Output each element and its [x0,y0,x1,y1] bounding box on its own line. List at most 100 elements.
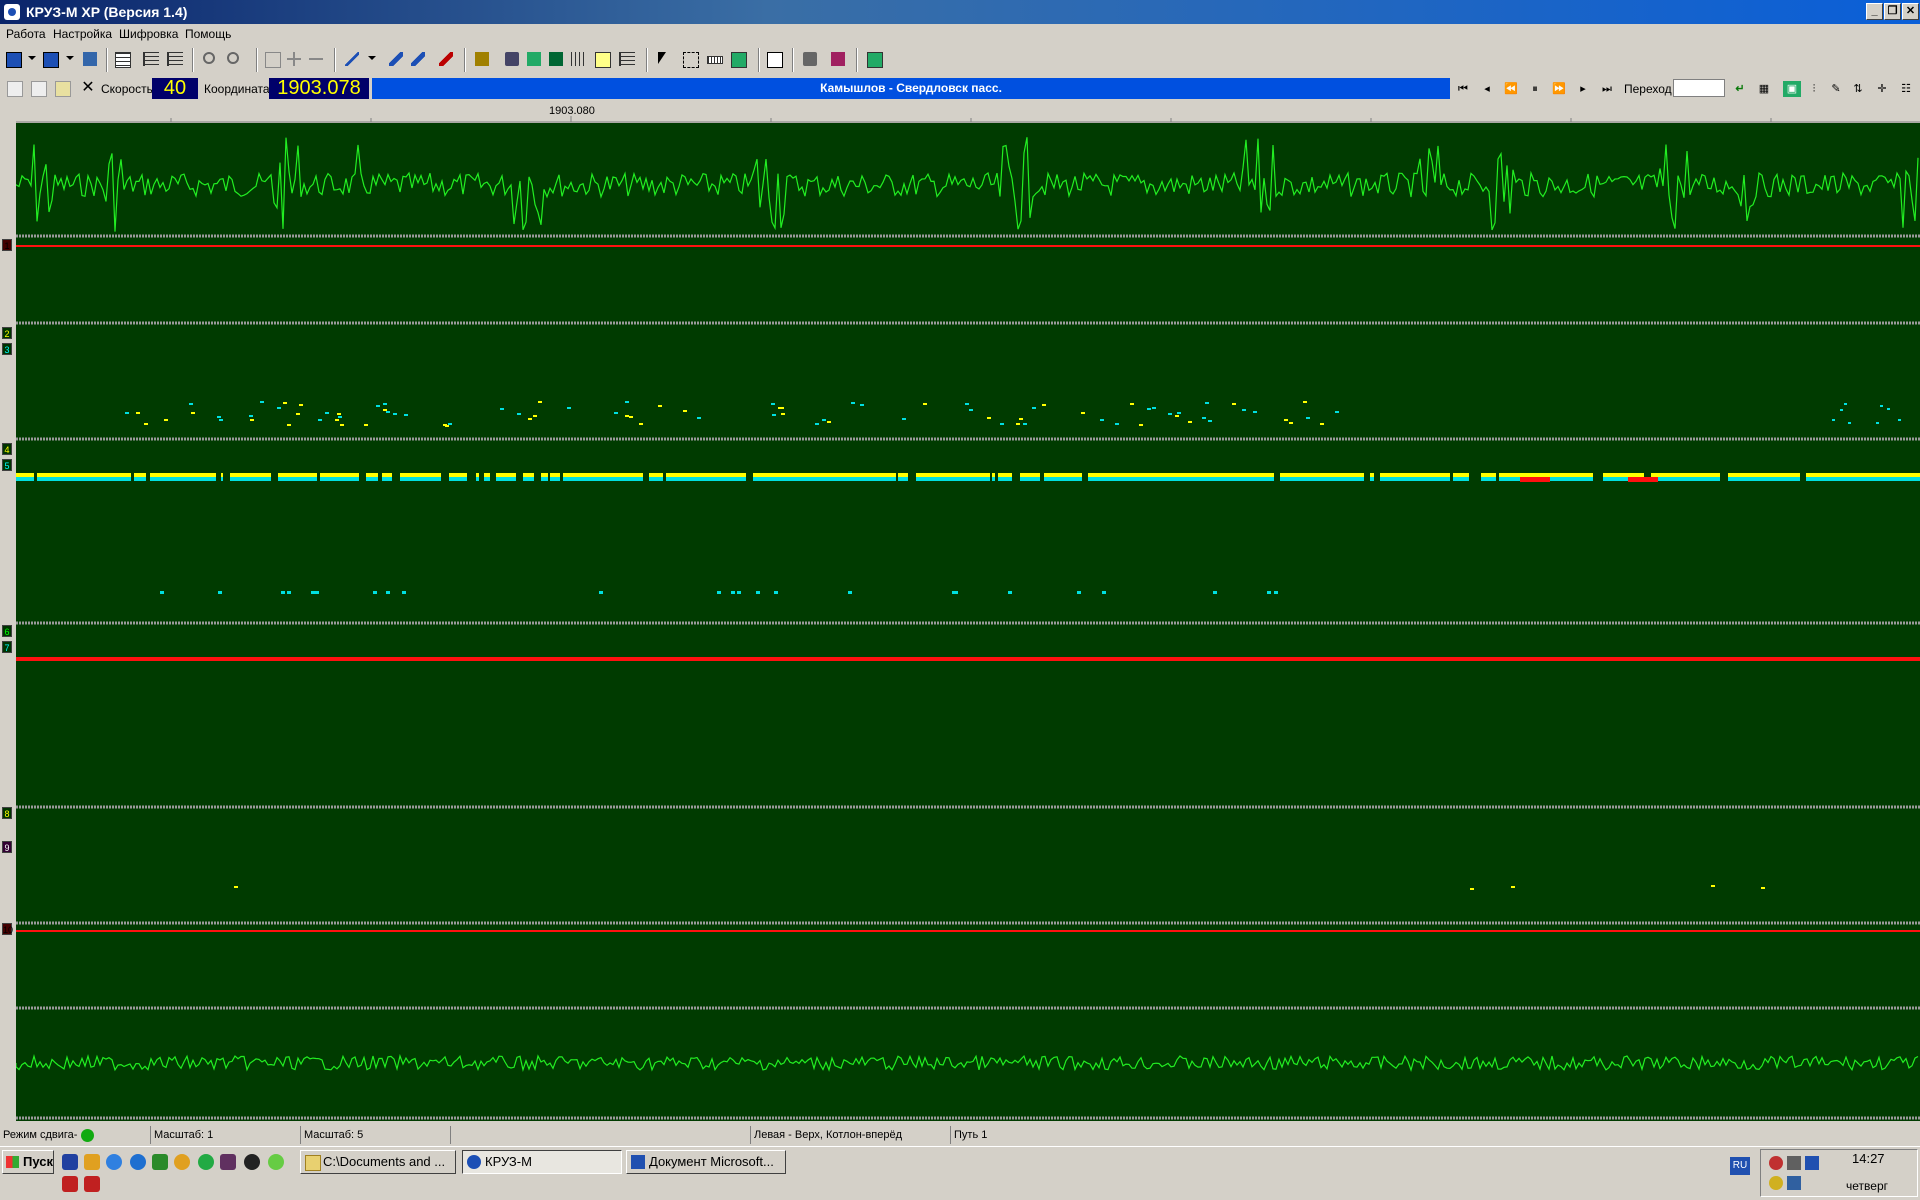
channel-mark[interactable]: 8 [2,807,12,819]
nav-rewind-icon[interactable]: ⏪ [1502,81,1520,97]
quicklaunch-icon[interactable] [62,1154,78,1170]
start-button[interactable]: Пуск [2,1150,54,1174]
minus-icon[interactable] [306,48,326,70]
nav-last-icon[interactable]: ⏭ [1598,81,1616,97]
channel-mark[interactable]: 9 [2,841,12,853]
zoom-in-icon[interactable] [200,48,220,70]
defectogram-plot[interactable] [16,123,1920,1121]
channel-mark[interactable]: 2 [2,327,12,339]
grid-icon[interactable] [262,48,282,70]
dropdown-arrow-icon[interactable] [22,48,42,70]
tool-e-icon[interactable] [592,48,612,70]
nav-prev-icon[interactable]: ◂ [1478,81,1496,97]
sort-down-icon[interactable] [164,48,184,70]
channel-mark[interactable]: 7 [2,641,12,653]
taskbar-item-kruz[interactable]: КРУЗ-М [462,1150,622,1174]
signal-mark [528,418,532,420]
quicklaunch-icon[interactable] [268,1154,284,1170]
menu-settings[interactable]: Настройка [53,27,112,41]
menu-work[interactable]: Работа [6,27,46,41]
app-icon[interactable] [4,4,20,20]
channel-2-button[interactable] [40,48,60,70]
tool-i-icon[interactable]: ⇅ [1849,81,1867,97]
ie-icon[interactable] [130,1154,146,1170]
volume-icon[interactable] [1787,1156,1801,1170]
nav-next-icon[interactable]: ▸ [1574,81,1592,97]
taskbar-item-explorer[interactable]: C:\Documents and ... [300,1150,456,1174]
marker-delete-icon[interactable] [436,48,456,70]
tray-icon[interactable] [1787,1176,1801,1190]
cursor-icon[interactable] [652,48,672,70]
layout-button[interactable] [80,48,100,70]
quicklaunch-icon[interactable] [244,1154,260,1170]
minimize-button[interactable]: _ [1866,3,1883,20]
dropdown-arrow-icon[interactable] [362,48,382,70]
marker-tool-icon[interactable] [386,48,406,70]
channels-list-icon[interactable] [112,48,132,70]
channel-mark[interactable]: 1 [2,239,12,251]
restore-button[interactable]: ❐ [1884,3,1901,20]
cancel-icon[interactable]: ✕ [78,77,98,99]
quicklaunch-icon[interactable] [220,1154,236,1170]
quicklaunch-icon[interactable] [106,1154,122,1170]
channel-mark[interactable]: 10 [2,923,13,935]
crosshair-icon[interactable]: ✛ [1873,81,1891,97]
nav-pause-icon[interactable]: ⏸ [1526,81,1544,97]
channel-mark[interactable]: 5 [2,459,12,471]
tool-c-icon[interactable] [546,48,566,70]
band-red-segment [1520,477,1550,482]
find-icon[interactable] [472,48,492,70]
menu-help[interactable]: Помощь [185,27,231,41]
channel-mark[interactable]: 3 [2,343,12,355]
menu-encryption[interactable]: Шифровка [119,27,178,41]
nav-forward-icon[interactable]: ⏩ [1550,81,1568,97]
measure-icon[interactable] [704,48,724,70]
marker-tool-2-icon[interactable] [408,48,428,70]
media-icon[interactable] [198,1154,214,1170]
tray-icon[interactable] [1769,1176,1783,1190]
network-icon[interactable] [1805,1156,1819,1170]
quicklaunch-icon[interactable] [84,1154,100,1170]
pdf-icon[interactable] [84,1176,100,1192]
export-icon[interactable] [728,48,748,70]
clock-time[interactable]: 14:27 [1852,1151,1885,1166]
plus-icon[interactable] [284,48,304,70]
channel-mark[interactable]: 4 [2,443,12,455]
tool-b-icon[interactable] [524,48,544,70]
copy-icon[interactable] [28,77,48,99]
nav-first-icon[interactable]: ⏮ [1454,81,1472,97]
tool-d-icon[interactable] [568,48,588,70]
tool-h-icon[interactable]: ✎ [1827,81,1845,97]
book-icon[interactable] [828,48,848,70]
language-indicator[interactable]: RU [1730,1157,1750,1175]
tool-a-icon[interactable] [502,48,522,70]
equalizer-icon[interactable]: ☷ [1897,81,1915,97]
tool-f-icon[interactable] [616,48,636,70]
about-icon[interactable] [864,48,884,70]
dropdown-arrow-icon[interactable] [60,48,80,70]
taskbar-item-word[interactable]: Документ Microsoft... [626,1150,786,1174]
channel-mark[interactable]: 6 [2,625,12,637]
goto-input[interactable] [1673,79,1725,97]
signal-mark [1175,415,1179,417]
speed-label: Скорость [101,82,153,96]
close-button[interactable]: ✕ [1902,3,1919,20]
zoom-out-icon[interactable] [224,48,244,70]
print-icon[interactable] [800,48,820,70]
view-mode-icon[interactable]: ▣ [1783,81,1801,97]
select-rect-icon[interactable] [680,48,700,70]
quicklaunch-icon[interactable] [152,1154,168,1170]
quicklaunch-icon[interactable] [62,1176,78,1192]
goto-enter-icon[interactable]: ↵ [1731,81,1749,97]
channel-1-button[interactable] [3,48,23,70]
quicklaunch-icon[interactable] [174,1154,190,1170]
sort-up-icon[interactable] [140,48,160,70]
new-file-icon[interactable] [4,77,24,99]
table-icon[interactable]: ▦ [1755,81,1773,97]
print-preview-icon[interactable] [764,48,784,70]
tray-icon[interactable] [1769,1156,1783,1170]
orientation-status: Левая - Верх, Котлон-вперёд [750,1126,950,1144]
open-folder-icon[interactable] [52,77,72,99]
pen-icon[interactable] [342,48,362,70]
tool-g-icon[interactable]: ⫶ [1805,81,1823,97]
